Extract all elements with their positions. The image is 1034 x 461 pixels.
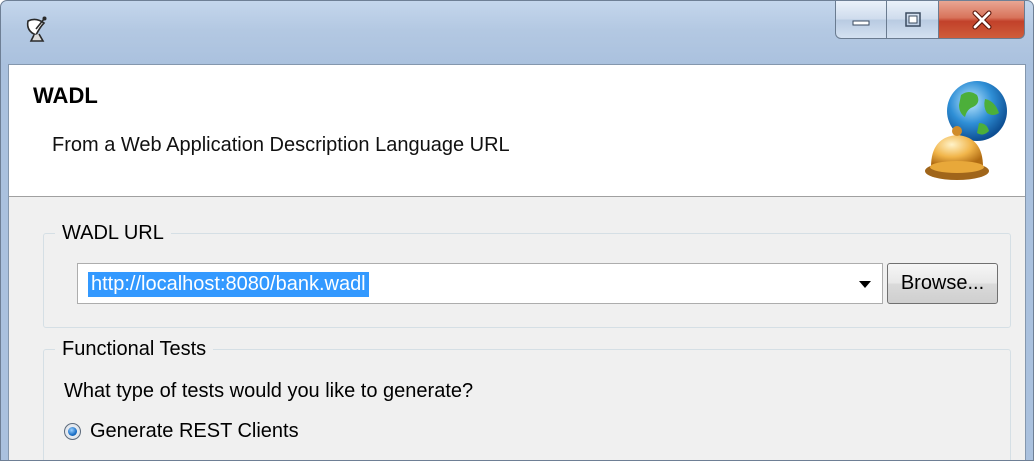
- window-controls: [835, 1, 1025, 41]
- close-icon: [972, 10, 991, 29]
- wadl-url-value[interactable]: http://localhost:8080/bank.wadl: [88, 272, 369, 297]
- radio-selected-dot: [68, 426, 77, 436]
- dropdown-arrow-button[interactable]: [855, 274, 875, 294]
- page-title: WADL: [33, 83, 98, 108]
- minimize-icon: [852, 20, 870, 25]
- maximize-button[interactable]: [887, 1, 939, 39]
- dialog-client-area: WADL From a Web Application Description …: [8, 64, 1026, 460]
- maximize-icon: [904, 11, 921, 27]
- test-type-question: What type of tests would you like to gen…: [64, 380, 474, 402]
- wadl-url-combo[interactable]: http://localhost:8080/bank.wadl: [77, 263, 883, 304]
- close-button[interactable]: [939, 1, 1025, 39]
- satellite-dish-icon: [26, 16, 47, 42]
- chevron-down-icon: [859, 281, 871, 288]
- radio-label: Generate REST Clients: [90, 419, 299, 442]
- wadl-dialog-window: WADL From a Web Application Description …: [0, 0, 1034, 461]
- wizard-header: WADL From a Web Application Description …: [9, 65, 1025, 197]
- wadl-url-group-label: WADL URL: [55, 221, 171, 245]
- functional-tests-group-label: Functional Tests: [55, 337, 214, 361]
- browse-button[interactable]: Browse...: [887, 263, 998, 304]
- radio-button[interactable]: [64, 422, 81, 440]
- title-bar[interactable]: [1, 1, 1033, 64]
- functional-tests-group: Functional Tests: [43, 337, 1011, 460]
- generate-rest-clients-option[interactable]: Generate REST Clients: [64, 418, 299, 444]
- page-description: From a Web Application Description Langu…: [52, 134, 510, 156]
- globe-bell-icon: [925, 81, 1007, 180]
- minimize-button[interactable]: [835, 1, 887, 39]
